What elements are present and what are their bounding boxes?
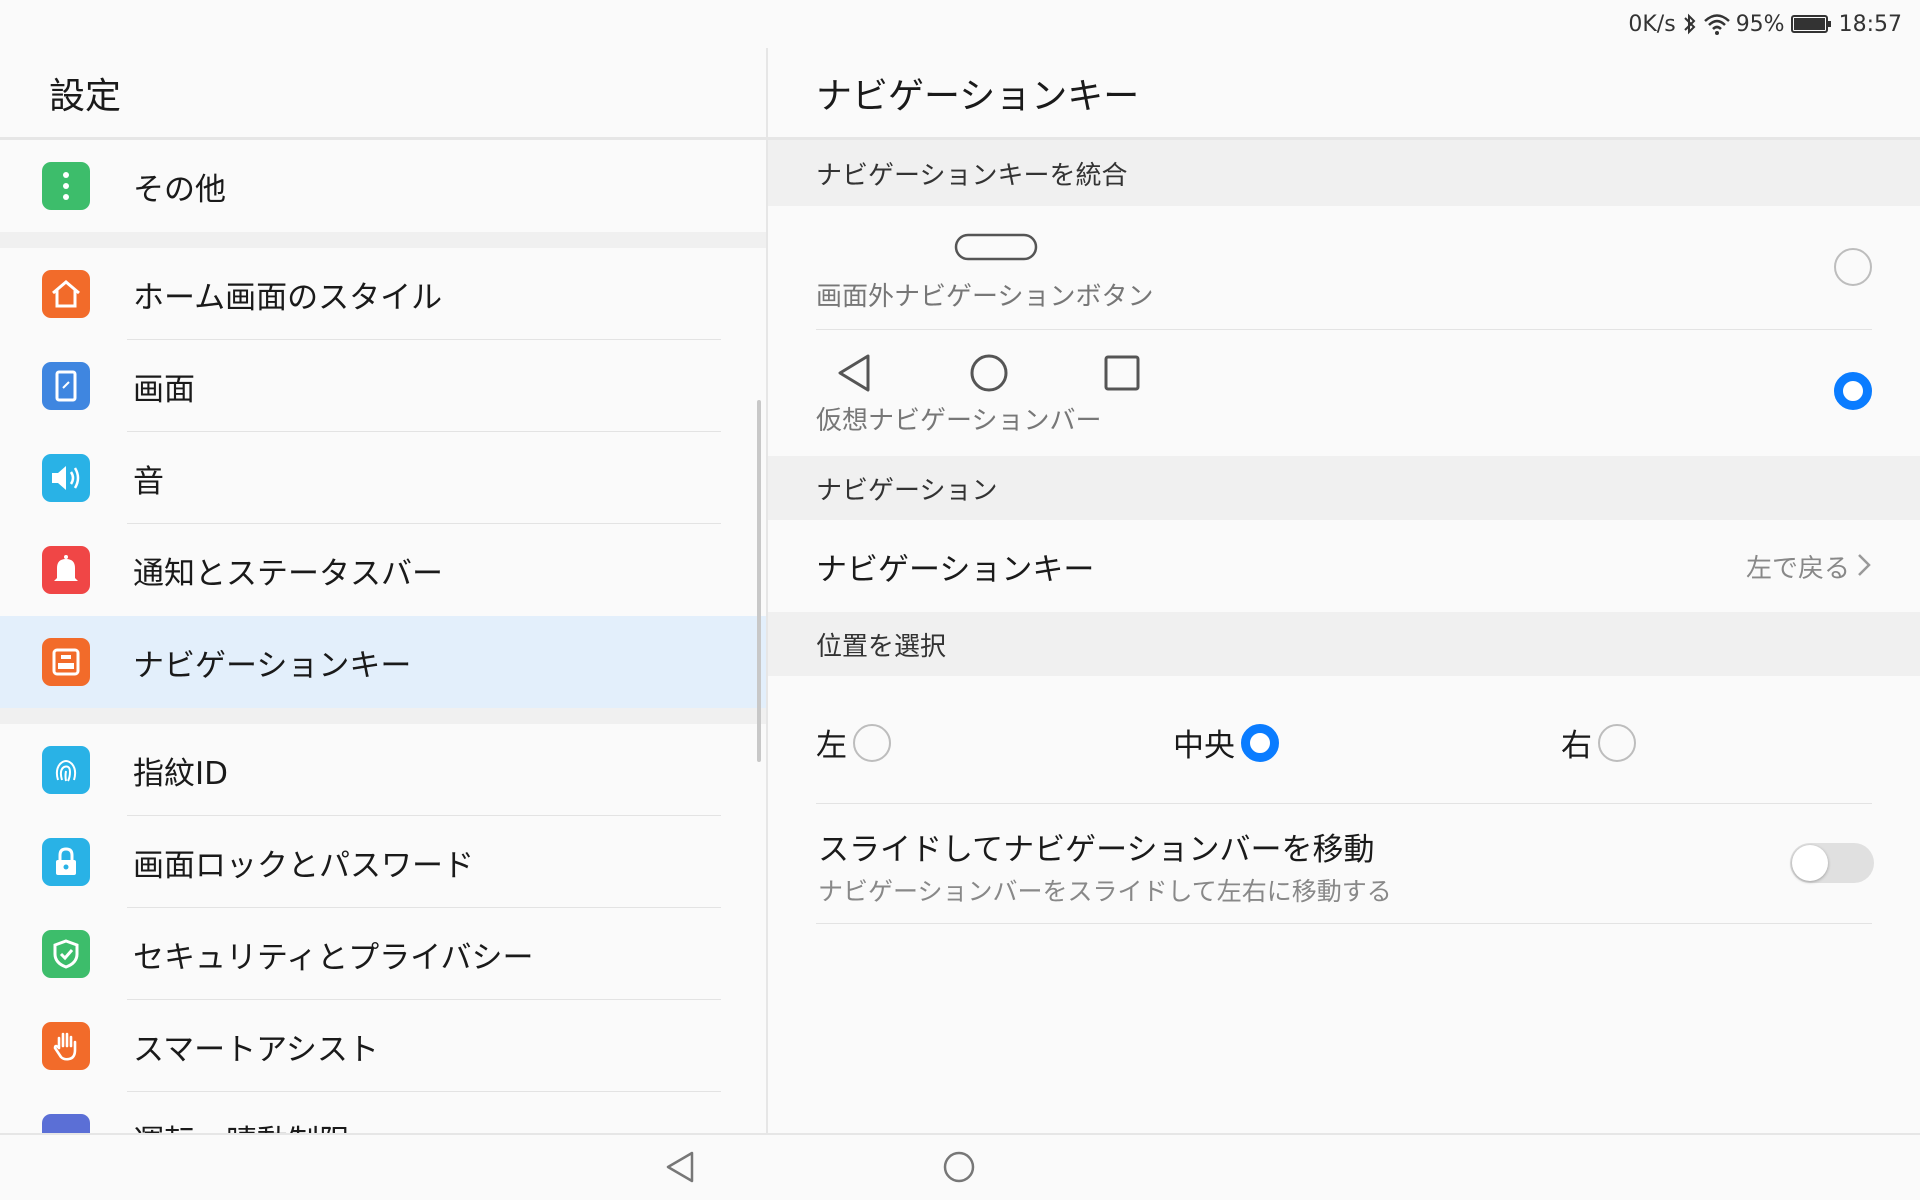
- position-left-label: 左: [816, 728, 847, 764]
- bluetooth-icon: [1683, 13, 1696, 35]
- settings-item-label: セキュリティとプライバシー: [133, 939, 534, 976]
- position-right-radio[interactable]: [1598, 723, 1636, 762]
- settings-item-label: 画面ロックとパスワード: [133, 847, 474, 884]
- option-label: 仮想ナビゲーションバー: [816, 406, 1102, 436]
- system-navigation-bar: [0, 1133, 1920, 1200]
- slide-description: ナビゲーションバーをスライドして左右に移動する: [818, 877, 1392, 906]
- settings-item-label: スマートアシスト: [133, 1031, 379, 1068]
- speaker-icon: [42, 454, 90, 502]
- recents-square-icon: [1104, 355, 1140, 391]
- position-center-option[interactable]: 中央: [1173, 720, 1279, 765]
- shield-check-icon: [42, 930, 90, 978]
- settings-item-label: 音: [133, 463, 164, 500]
- offscreen-radio[interactable]: [1834, 248, 1872, 286]
- settings-item-screen-lock[interactable]: 画面ロックとパスワード: [0, 816, 767, 908]
- toggle-knob: [1792, 845, 1828, 881]
- partial-icon: [42, 1114, 90, 1133]
- option-label: 画面外ナビゲーションボタン: [816, 282, 1154, 312]
- clock: 18:57: [1838, 11, 1902, 37]
- position-center-label: 中央: [1173, 728, 1235, 764]
- position-left-radio[interactable]: [853, 723, 891, 762]
- lock-icon: [42, 838, 90, 886]
- scrollbar[interactable]: [757, 400, 761, 762]
- navigation-key-icon: [42, 638, 90, 686]
- settings-item-label: 通知とステータスバー: [133, 555, 443, 592]
- virtual-navbar-radio[interactable]: [1834, 372, 1872, 410]
- separator: [816, 923, 1872, 924]
- settings-item-navigation-key[interactable]: ナビゲーションキー: [0, 616, 767, 708]
- slide-navbar-row[interactable]: スライドしてナビゲーションバーを移動 ナビゲーションバーをスライドして左右に移動…: [768, 804, 1920, 924]
- settings-item-other[interactable]: その他: [0, 140, 767, 232]
- option-offscreen-button[interactable]: 画面外ナビゲーションボタン: [768, 206, 1920, 330]
- navigation-key-row[interactable]: ナビゲーションキー 左で戻る: [768, 520, 1920, 612]
- network-speed: 0K/s: [1628, 11, 1676, 37]
- settings-item-display[interactable]: 画面: [0, 340, 767, 432]
- display-icon: [42, 362, 90, 410]
- fingerprint-icon: [42, 746, 90, 794]
- section-header-position: 位置を選択: [768, 612, 1920, 676]
- settings-item-label: 指紋ID: [133, 755, 229, 792]
- more-dots-icon: [42, 162, 90, 210]
- status-bar: 0K/s 95% 18:57: [0, 0, 1920, 48]
- wifi-icon: [1703, 14, 1730, 35]
- section-header-combine: ナビゲーションキーを統合: [768, 140, 1920, 206]
- nav-home-icon[interactable]: [941, 1149, 977, 1185]
- settings-item-security[interactable]: セキュリティとプライバシー: [0, 908, 767, 1000]
- home-icon: [42, 270, 90, 318]
- settings-item-label: 運転・晴動制限: [133, 1116, 350, 1134]
- settings-item-notifications[interactable]: 通知とステータスバー: [0, 524, 767, 616]
- settings-item-label: ナビゲーションキー: [133, 647, 412, 684]
- back-triangle-icon: [838, 354, 870, 392]
- settings-item-label: その他: [133, 171, 226, 208]
- settings-item-home-style[interactable]: ホーム画面のスタイル: [0, 248, 767, 340]
- group-divider: [0, 708, 767, 724]
- pill-button-icon: [954, 233, 1038, 261]
- battery-icon: [1790, 15, 1831, 33]
- hand-icon: [42, 1022, 90, 1070]
- settings-item-partial[interactable]: 運転・晴動制限: [0, 1092, 767, 1133]
- row-label: ナビゲーションキー: [816, 551, 1095, 588]
- settings-list-pane: 設定 その他 ホーム画面のスタイル 画面 音 通知とステータスバー ナビゲーショ…: [0, 48, 767, 1133]
- slide-title: スライドしてナビゲーションバーを移動: [818, 832, 1375, 868]
- position-right-option[interactable]: 右: [1561, 720, 1636, 765]
- row-value: 左で戻る: [1745, 553, 1850, 584]
- detail-title: ナビゲーションキー: [768, 48, 1920, 140]
- bell-icon: [42, 546, 90, 594]
- position-right-label: 右: [1561, 728, 1592, 764]
- home-circle-icon: [970, 354, 1008, 392]
- settings-item-sound[interactable]: 音: [0, 432, 767, 524]
- chevron-right-icon: [1858, 554, 1871, 576]
- detail-pane: ナビゲーションキー ナビゲーションキーを統合 画面外ナビゲーションボタン 仮想ナ…: [768, 48, 1920, 1133]
- battery-percent: 95%: [1735, 11, 1785, 37]
- settings-item-label: ホーム画面のスタイル: [133, 279, 443, 316]
- page-title: 設定: [0, 48, 767, 140]
- option-virtual-navbar[interactable]: 仮想ナビゲーションバー: [768, 330, 1920, 456]
- settings-item-fingerprint[interactable]: 指紋ID: [0, 724, 767, 816]
- settings-item-label: 画面: [133, 371, 195, 408]
- section-header-navigation: ナビゲーション: [768, 456, 1920, 520]
- position-selector: 左 中央 右: [768, 676, 1920, 804]
- slide-navbar-toggle[interactable]: [1790, 843, 1874, 883]
- settings-item-smart-assist[interactable]: スマートアシスト: [0, 1000, 767, 1092]
- position-left-option[interactable]: 左: [816, 720, 891, 765]
- group-divider: [0, 232, 767, 248]
- position-center-radio[interactable]: [1241, 723, 1279, 762]
- nav-back-icon[interactable]: [663, 1149, 697, 1185]
